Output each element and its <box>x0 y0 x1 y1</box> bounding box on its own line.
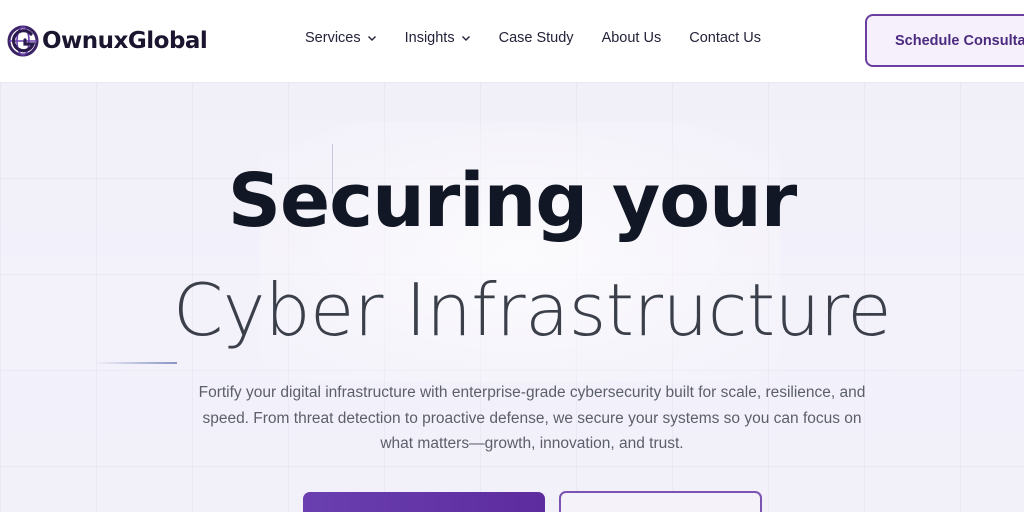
hero-description: Fortify your digital infrastructure with… <box>198 384 866 452</box>
nav-item-about-us[interactable]: About Us <box>602 30 662 46</box>
brand-name: OwnuxGlobal <box>42 28 208 54</box>
chevron-down-icon <box>461 36 470 41</box>
nav-item-label: Insights <box>404 30 455 46</box>
nav-item-label: About Us <box>601 30 662 46</box>
brand-logo[interactable]: OwnuxGlobal <box>6 22 208 60</box>
hero-section: Securing your Cyber Infrastructure Forti… <box>0 82 1024 512</box>
main-nav: Services Insights Case Study About Us Co… <box>305 30 789 46</box>
secondary-cta-button[interactable] <box>559 491 762 512</box>
schedule-consultation-button[interactable]: Schedule Consultation <box>865 14 1024 67</box>
nav-item-case-study[interactable]: Case Study <box>499 30 574 46</box>
nav-item-label: Case Study <box>498 30 574 46</box>
hero-title-line2: Cyber Infrastructure <box>172 268 892 352</box>
hero-title-line1: Securing your <box>227 158 798 244</box>
site-header: OwnuxGlobal Services Insights Case Study… <box>0 0 1024 82</box>
decorative-line <box>95 362 177 364</box>
nav-item-contact-us[interactable]: Contact Us <box>689 30 761 46</box>
nav-item-label: Services <box>305 30 361 46</box>
nav-item-services[interactable]: Services <box>305 30 377 46</box>
globe-g-logo-icon <box>7 25 39 57</box>
primary-cta-button[interactable] <box>303 492 545 512</box>
nav-item-insights[interactable]: Insights <box>405 30 471 46</box>
chevron-down-icon <box>367 36 376 41</box>
nav-item-label: Contact Us <box>689 30 761 46</box>
